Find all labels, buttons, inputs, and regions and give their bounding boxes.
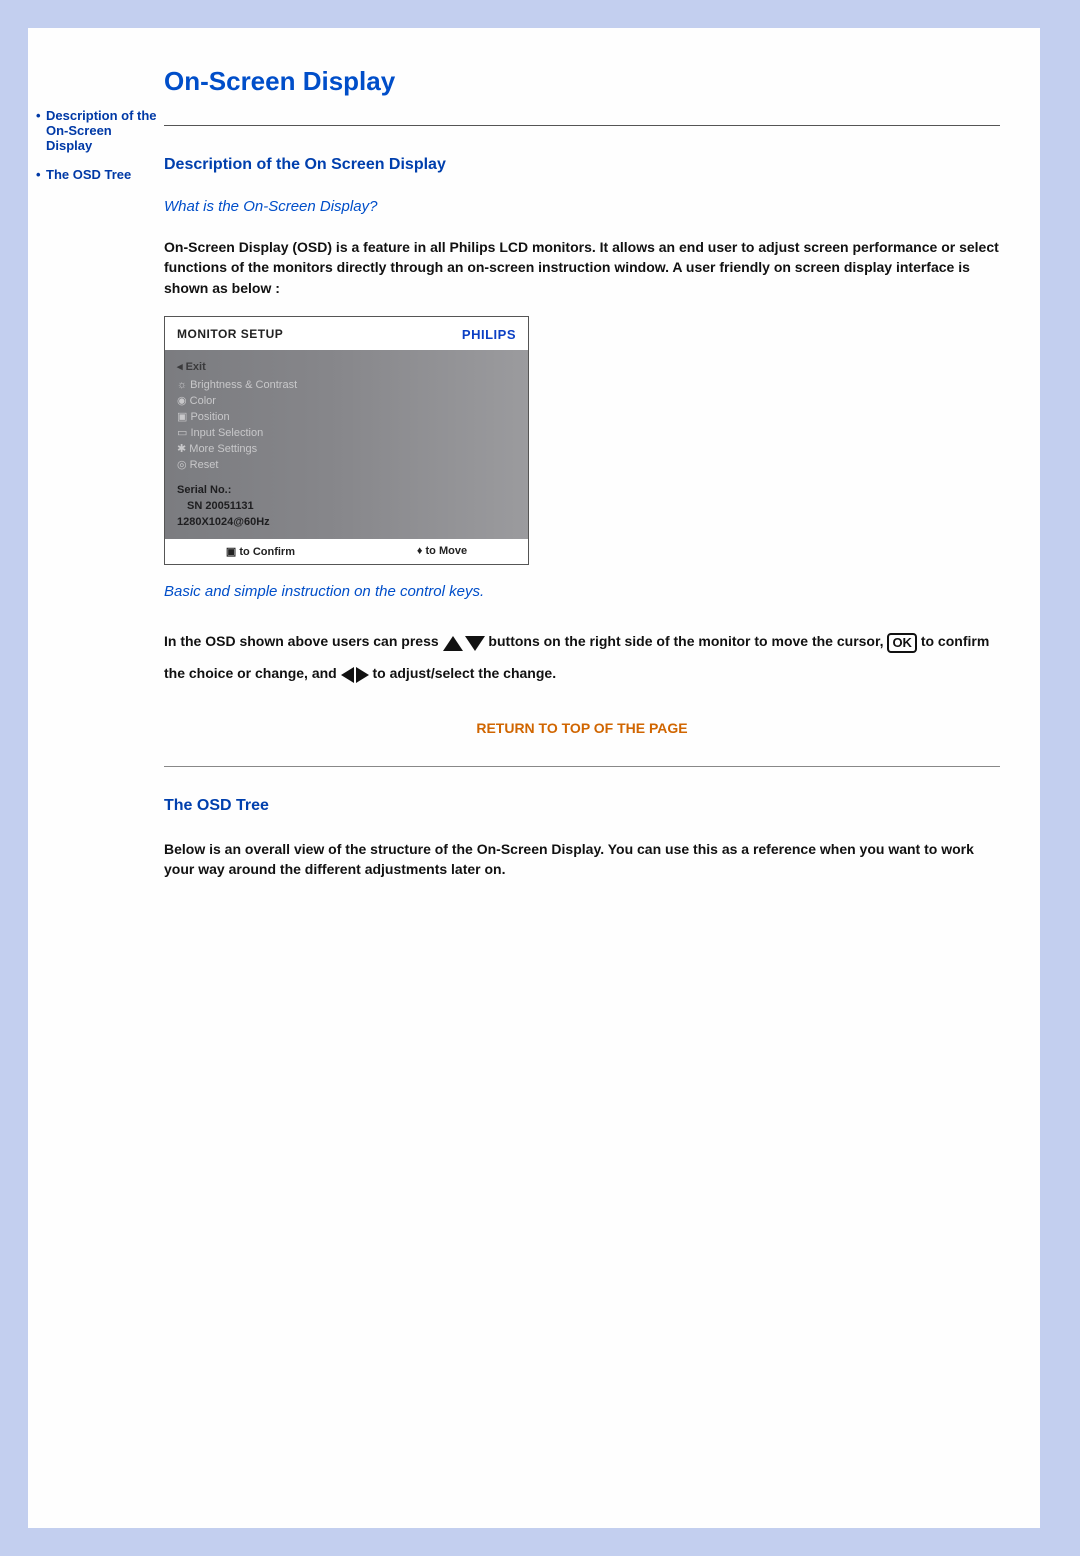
osd-serial-block: Serial No.: SN 20051131 1280X1024@60Hz <box>177 483 516 531</box>
osd-resolution: 1280X1024@60Hz <box>177 515 516 531</box>
osd-menu-color: ◉ Color <box>177 394 516 410</box>
section-heading-description: Description of the On Screen Display <box>164 156 1000 174</box>
osd-header: MONITOR SETUP PHILIPS <box>165 317 528 350</box>
osd-menu-reset: ◎ Reset <box>177 458 516 474</box>
arrow-down-icon <box>463 627 485 658</box>
sidebar-link-description[interactable]: Description of the On-Screen Display <box>46 108 157 153</box>
instr-part-4: to adjust/select the change. <box>372 665 556 681</box>
osd-screenshot: MONITOR SETUP PHILIPS ◂ Exit ☼ Brightnes… <box>164 316 529 565</box>
sidebar-item-osd-tree[interactable]: The OSD Tree <box>36 167 158 182</box>
instr-part-1: In the OSD shown above users can press <box>164 633 439 649</box>
arrow-left-icon <box>341 659 354 690</box>
instructions-paragraph: In the OSD shown above users can press b… <box>164 626 1000 689</box>
instr-part-2: buttons on the right side of the monitor… <box>488 633 883 649</box>
osd-footer: ▣ to Confirm ♦ to Move <box>165 539 528 564</box>
ok-button-icon: OK <box>887 633 917 653</box>
osd-menu-exit: ◂ Exit <box>177 360 516 376</box>
osd-brand-logo: PHILIPS <box>462 327 516 342</box>
osd-menu-position: ▣ Position <box>177 410 516 426</box>
divider-mid <box>164 766 1000 767</box>
main-content: On-Screen Display Description of the On … <box>158 28 1040 1528</box>
osd-move-hint: ♦ to Move <box>417 545 467 558</box>
osd-title: MONITOR SETUP <box>177 327 283 342</box>
arrow-up-icon <box>443 627 463 658</box>
sidebar: Description of the On-Screen Display The… <box>28 28 158 1528</box>
osd-menu-more: ✱ More Settings <box>177 442 516 458</box>
osd-menu-brightness: ☼ Brightness & Contrast <box>177 378 516 394</box>
osd-menu-input: ▭ Input Selection <box>177 426 516 442</box>
osd-serial-label: Serial No.: <box>177 483 516 499</box>
sidebar-link-osd-tree[interactable]: The OSD Tree <box>46 167 131 182</box>
sidebar-item-description[interactable]: Description of the On-Screen Display <box>36 108 158 153</box>
osd-confirm-hint: ▣ to Confirm <box>226 545 295 558</box>
return-to-top[interactable]: RETURN TO TOP OF THE PAGE <box>164 720 1000 736</box>
osd-serial-value: SN 20051131 <box>187 499 516 515</box>
return-link[interactable]: RETURN TO TOP OF THE PAGE <box>476 720 687 736</box>
caption-text: Basic and simple instruction on the cont… <box>164 583 1000 600</box>
tree-paragraph: Below is an overall view of the structur… <box>164 839 1000 880</box>
arrow-right-icon <box>354 659 369 690</box>
question-text: What is the On-Screen Display? <box>164 198 1000 215</box>
divider-top <box>164 125 1000 126</box>
page-title: On-Screen Display <box>164 66 1000 97</box>
osd-menu: ◂ Exit ☼ Brightness & Contrast ◉ Color ▣… <box>165 350 528 539</box>
page-container: Description of the On-Screen Display The… <box>28 28 1040 1528</box>
section-heading-tree: The OSD Tree <box>164 797 1000 815</box>
sidebar-list: Description of the On-Screen Display The… <box>36 108 158 182</box>
intro-paragraph: On-Screen Display (OSD) is a feature in … <box>164 237 1000 298</box>
